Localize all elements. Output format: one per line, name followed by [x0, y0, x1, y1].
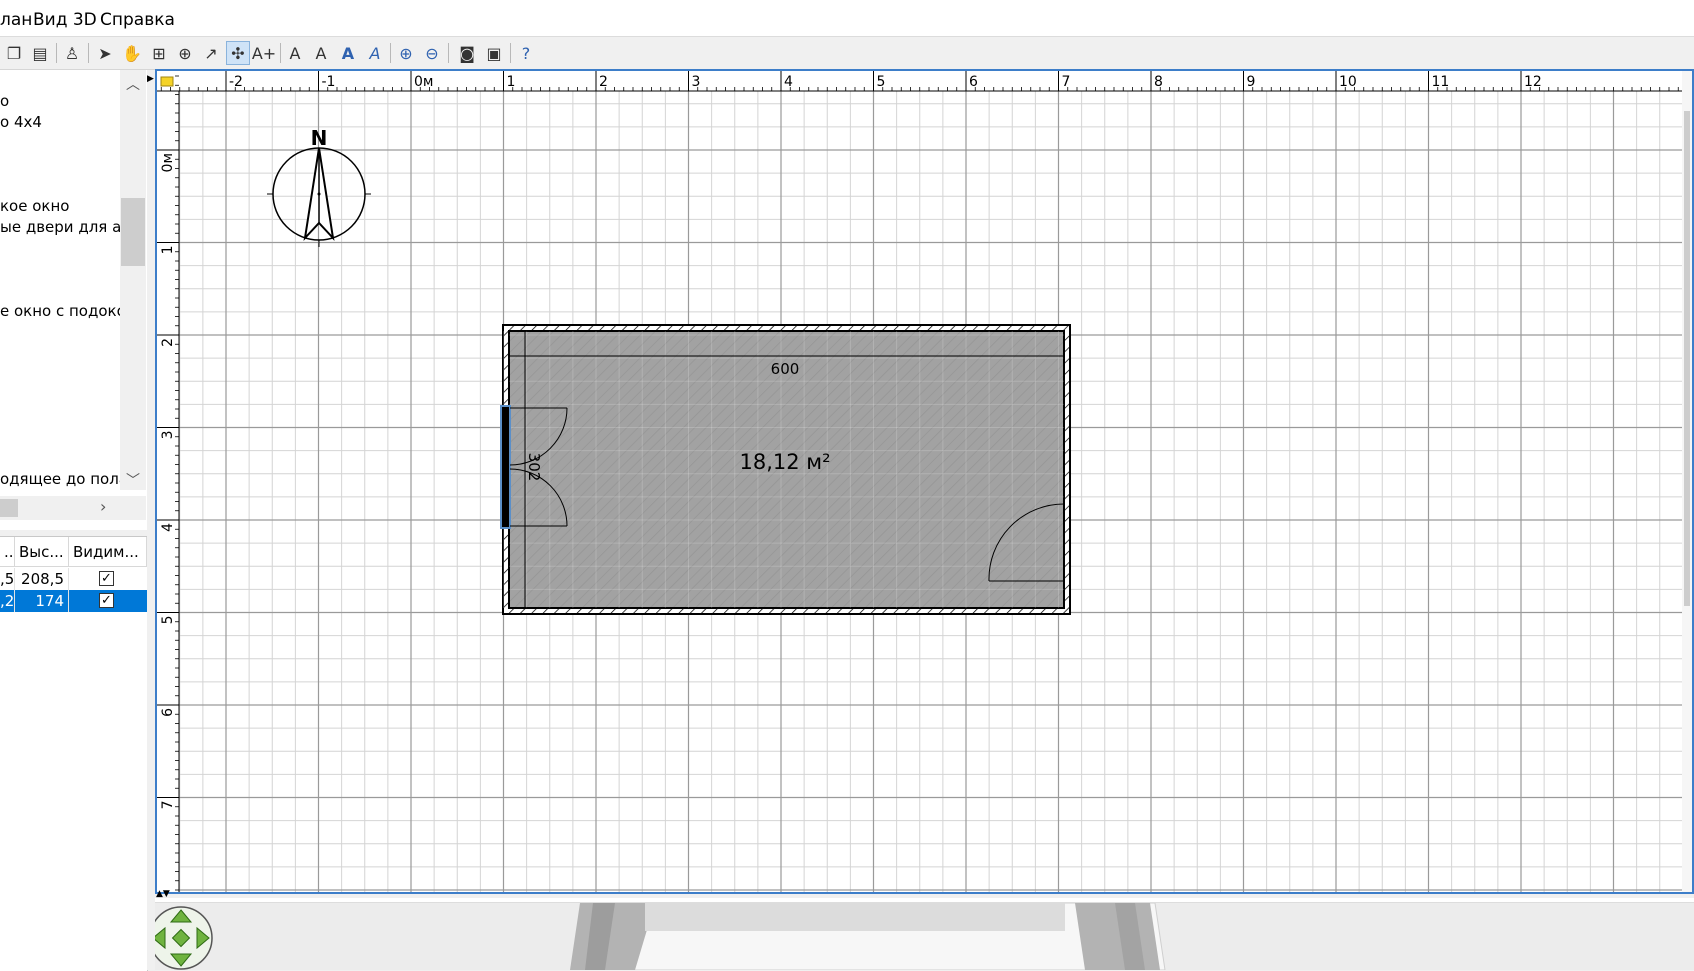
- italic-text-icon[interactable]: A: [363, 41, 387, 65]
- ruler-y-label: 1: [160, 246, 176, 255]
- ruler-y-label: 0м: [160, 153, 176, 172]
- visible-checkbox[interactable]: ✓: [99, 571, 114, 586]
- ruler-y-label: 6: [160, 708, 176, 717]
- toolbar-separator: [56, 43, 57, 63]
- increase-text-size-icon[interactable]: A: [283, 41, 307, 65]
- bold-text-icon[interactable]: A: [336, 41, 360, 65]
- plan-view[interactable]: 600 302 18,12 м² N -2 -1 0м 1 2 3 4 5 6 …: [155, 69, 1694, 894]
- ruler-x-label: 3: [692, 74, 701, 90]
- ruler-x-label: 0м: [414, 74, 433, 90]
- toolbar-separator: [88, 43, 89, 63]
- column-header[interactable]: ...: [0, 537, 15, 567]
- zoom-out-icon[interactable]: ⊖: [420, 41, 444, 65]
- table-row[interactable]: ,5 208,5 ✓: [0, 568, 147, 590]
- catalog-horizontal-scrollbar[interactable]: ›: [0, 496, 146, 520]
- scrollbar-thumb[interactable]: [0, 499, 18, 517]
- ruler-y-label: 3: [160, 431, 176, 440]
- menu-help[interactable]: Справка: [100, 10, 175, 30]
- view-3d-scene[interactable]: [155, 898, 1694, 970]
- visible-checkbox[interactable]: ✓: [99, 593, 114, 608]
- add-text-icon[interactable]: A+: [252, 41, 276, 65]
- dimension-label-width[interactable]: 600: [771, 360, 800, 378]
- view-3d[interactable]: [155, 898, 1694, 970]
- scroll-right-icon[interactable]: ›: [100, 497, 106, 516]
- room-area-label[interactable]: 18,12 м²: [739, 450, 830, 474]
- camera-icon[interactable]: ◙: [455, 41, 479, 65]
- menu-plan[interactable]: лан: [0, 10, 32, 30]
- catalog-vertical-scrollbar[interactable]: ︿ ﹀: [120, 70, 146, 490]
- scroll-down-icon[interactable]: ﹀: [126, 470, 140, 490]
- ruler-vertical: [157, 71, 179, 892]
- ruler-y-label: 2: [160, 338, 176, 347]
- view-3d-separator: [155, 898, 1694, 903]
- create-dimensions-icon[interactable]: ✣: [226, 41, 250, 65]
- catalog-item[interactable]: кое окно: [0, 197, 69, 215]
- scrollbar-thumb[interactable]: [1684, 111, 1690, 606]
- toolbar: ❐ ▤ ♙ ➤ ✋ ⊞ ⊕ ↗ ✣ A+ A A A A ⊕ ⊖ ◙ ▣ ?: [0, 37, 1694, 70]
- navigation-arrows-icon[interactable]: [155, 902, 217, 970]
- toolbar-separator: [390, 43, 391, 63]
- panel-splitter[interactable]: ▶: [147, 70, 155, 970]
- pan-hand-icon[interactable]: ✋: [120, 41, 144, 65]
- ruler-x-label: 7: [1062, 74, 1071, 90]
- furniture-catalog: о о 4x4 кое окно ые двери для ава е окно…: [0, 70, 148, 530]
- help-icon[interactable]: ?: [514, 41, 538, 65]
- select-arrow-icon[interactable]: ➤: [93, 41, 117, 65]
- create-walls-icon[interactable]: ⊞: [147, 41, 171, 65]
- furniture-table: ... Выс... Видим... ,5 208,5 ✓ ,2 174 ✓: [0, 536, 148, 971]
- paste-icon[interactable]: ▤: [28, 41, 52, 65]
- ruler-corner-icon[interactable]: [160, 76, 174, 87]
- add-furniture-icon[interactable]: ♙: [60, 41, 84, 65]
- table-row-selected[interactable]: ,2 174 ✓: [0, 590, 147, 612]
- split-toggle-icon[interactable]: ▲▼: [156, 890, 170, 899]
- ruler-x-label: 5: [877, 74, 886, 90]
- toolbar-separator: [280, 43, 281, 63]
- menu-view3d[interactable]: Вид 3D: [33, 10, 97, 30]
- create-polylines-icon[interactable]: ↗: [199, 41, 223, 65]
- height-cell: 208,5: [15, 568, 69, 590]
- ruler-x-label: 8: [1154, 74, 1163, 90]
- ruler-y-label: 7: [160, 801, 176, 810]
- height-cell: 174: [15, 590, 69, 612]
- compass-north-label: N: [311, 126, 328, 150]
- table-cell: ,2: [0, 590, 15, 612]
- decrease-text-size-icon[interactable]: A: [309, 41, 333, 65]
- zoom-in-icon[interactable]: ⊕: [394, 41, 418, 65]
- ruler-x-label: 9: [1247, 74, 1256, 90]
- catalog-item[interactable]: о 4x4: [0, 113, 42, 131]
- catalog-item[interactable]: о: [0, 92, 9, 110]
- menu-bar: лан Вид 3D Справка: [0, 0, 1694, 37]
- table-cell: ,5: [0, 568, 15, 590]
- column-header[interactable]: Видим...: [69, 537, 147, 567]
- plan-canvas[interactable]: 600 302 18,12 м² N -2 -1 0м 1 2 3 4 5 6 …: [157, 71, 1692, 892]
- ruler-y-label: 4: [160, 523, 176, 532]
- ruler-horizontal: [157, 71, 1692, 91]
- catalog-item[interactable]: е окно с подокон: [0, 302, 136, 320]
- photo-icon[interactable]: ▣: [482, 41, 506, 65]
- copy-icon[interactable]: ❐: [2, 41, 26, 65]
- scrollbar-thumb[interactable]: [121, 198, 145, 266]
- ruler-x-label: -1: [322, 74, 336, 90]
- ruler-y-label: 5: [160, 616, 176, 625]
- toolbar-separator: [510, 43, 511, 63]
- column-header[interactable]: Выс...: [15, 537, 69, 567]
- scroll-up-icon[interactable]: ︿: [126, 74, 140, 94]
- expand-arrow-icon[interactable]: ▶: [147, 74, 154, 84]
- ruler-x-label: -2: [229, 74, 243, 90]
- plan-vertical-scrollbar[interactable]: [1682, 71, 1692, 892]
- ruler-x-label: 1: [507, 74, 516, 90]
- create-rooms-icon[interactable]: ⊕: [173, 41, 197, 65]
- toolbar-separator: [448, 43, 449, 63]
- catalog-item[interactable]: одящее до пола: [0, 470, 128, 488]
- ruler-x-label: 6: [969, 74, 978, 90]
- ruler-x-label: 4: [784, 74, 793, 90]
- catalog-item[interactable]: ые двери для ава: [0, 218, 139, 236]
- ruler-x-label: 2: [599, 74, 608, 90]
